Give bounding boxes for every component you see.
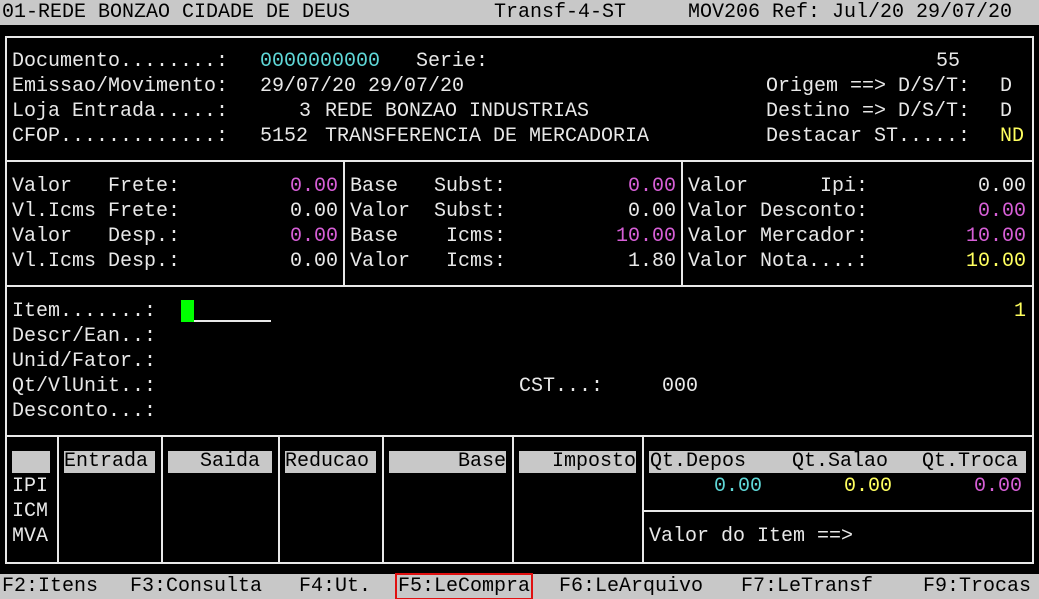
valor-nota-field[interactable]: 10.00 bbox=[688, 249, 1026, 274]
qt-depos-value: 0.00 bbox=[714, 475, 763, 498]
documento-field[interactable]: 0000000000 bbox=[260, 49, 380, 74]
cfop-code-field[interactable]: 5152 bbox=[260, 124, 308, 149]
f2-itens-key[interactable]: F2:Itens bbox=[2, 574, 98, 599]
destacar-field[interactable]: ND bbox=[1000, 124, 1024, 149]
row-label-ipi: IPI bbox=[12, 475, 49, 498]
documento-label: Documento........: bbox=[12, 50, 229, 73]
f4-ut-key[interactable]: F4:Ut. bbox=[299, 574, 371, 599]
header-entrada: Entrada bbox=[64, 451, 155, 473]
emissao-label: Emissao/Movimento: bbox=[12, 75, 229, 98]
valor-icms-field[interactable]: 1.80 bbox=[350, 249, 676, 274]
cfop-label: CFOP.............: bbox=[12, 125, 229, 148]
header-reducao: Reducao bbox=[285, 451, 376, 473]
screen-name: Transf-4-ST bbox=[494, 1, 627, 24]
f3-consulta-key[interactable]: F3:Consulta bbox=[130, 574, 262, 599]
loja-name: REDE BONZAO INDUSTRIAS bbox=[325, 100, 590, 123]
divider bbox=[5, 285, 1034, 287]
valor-ipi-field[interactable]: 0.00 bbox=[688, 174, 1026, 199]
f7-letransf-key[interactable]: F7:LeTransf bbox=[741, 574, 873, 599]
destacar-label: Destacar ST.....: bbox=[766, 125, 971, 148]
valor-desp-field[interactable]: 0.00 bbox=[12, 224, 338, 249]
column-divider bbox=[57, 436, 59, 563]
cfop-description: TRANSFERENCIA DE MERCADORIA bbox=[325, 125, 650, 148]
f6-learquivo-key[interactable]: F6:LeArquivo bbox=[559, 574, 703, 599]
header-qt-salao: Qt.Salao bbox=[792, 450, 889, 473]
program-ref: MOV206 Ref: Jul/20 29/07/20 bbox=[688, 1, 1013, 24]
divider bbox=[343, 160, 345, 286]
item-count: 1 bbox=[1014, 300, 1027, 323]
serie-field[interactable]: 55 bbox=[936, 49, 960, 74]
destino-field[interactable]: D bbox=[1000, 99, 1012, 124]
text-cursor bbox=[181, 300, 194, 322]
loja-label: Loja Entrada.....: bbox=[12, 100, 229, 123]
qt-troca-value: 0.00 bbox=[974, 475, 1023, 498]
item-label: Item.......: bbox=[12, 300, 157, 323]
header-imposto: Imposto bbox=[519, 451, 636, 473]
desconto-label: Desconto...: bbox=[12, 400, 157, 423]
divider bbox=[5, 435, 1034, 437]
valor-item-label: Valor do Item ==> bbox=[649, 525, 854, 548]
divider bbox=[643, 510, 1033, 512]
qt-label: Qt/VlUnit..: bbox=[12, 375, 157, 398]
loja-code-field[interactable]: 3 bbox=[299, 99, 311, 124]
base-icms-field[interactable]: 10.00 bbox=[350, 224, 676, 249]
cst-field[interactable]: 000 bbox=[662, 374, 698, 399]
valor-frete-field[interactable]: 0.00 bbox=[12, 174, 338, 199]
serie-label: Serie: bbox=[416, 50, 489, 73]
origem-field[interactable]: D bbox=[1000, 74, 1012, 99]
header-saida-label: Saida bbox=[199, 450, 260, 473]
table-header-blank bbox=[12, 451, 50, 473]
header-saida: Saida bbox=[168, 451, 272, 473]
origem-label: Origem ==> D/S/T: bbox=[766, 75, 971, 98]
unid-label: Unid/Fator.: bbox=[12, 350, 157, 373]
stock-header: Qt.Depos Qt.Salao Qt.Troca bbox=[649, 451, 1026, 473]
item-input-field[interactable] bbox=[194, 320, 271, 322]
column-divider bbox=[642, 436, 644, 563]
header-qt-depos: Qt.Depos bbox=[650, 450, 747, 473]
qt-salao-value: 0.00 bbox=[844, 475, 893, 498]
column-divider bbox=[161, 436, 163, 563]
header-qt-troca: Qt.Troca bbox=[922, 450, 1019, 473]
column-divider bbox=[382, 436, 384, 563]
descr-label: Descr/Ean..: bbox=[12, 325, 157, 348]
row-label-icm: ICM bbox=[12, 500, 49, 523]
emissao-field[interactable]: 29/07/20 29/07/20 bbox=[260, 74, 464, 99]
icms-frete-field[interactable]: 0.00 bbox=[12, 199, 338, 224]
column-divider bbox=[278, 436, 280, 563]
valor-desconto-field[interactable]: 0.00 bbox=[688, 199, 1026, 224]
icms-desp-field[interactable]: 0.00 bbox=[12, 249, 338, 274]
destino-label: Destino => D/S/T: bbox=[766, 100, 971, 123]
column-divider bbox=[512, 436, 514, 563]
title-bar: 01-REDE BONZAO CIDADE DE DEUS Transf-4-S… bbox=[0, 0, 1039, 25]
row-label-mva: MVA bbox=[12, 525, 49, 548]
base-subst-field[interactable]: 0.00 bbox=[350, 174, 676, 199]
divider bbox=[5, 160, 1034, 162]
divider bbox=[681, 160, 683, 286]
company-name: 01-REDE BONZAO CIDADE DE DEUS bbox=[2, 1, 351, 24]
f5-lecompra-key[interactable]: F5:LeCompra bbox=[394, 573, 534, 599]
valor-mercador-field[interactable]: 10.00 bbox=[688, 224, 1026, 249]
cst-label: CST...: bbox=[519, 375, 604, 398]
function-key-bar: F2:Itens F3:Consulta F4:Ut. F5:LeCompra … bbox=[0, 573, 1039, 599]
header-base: Base bbox=[389, 451, 506, 473]
f9-trocas-key[interactable]: F9:Trocas bbox=[923, 574, 1031, 599]
valor-subst-field[interactable]: 0.00 bbox=[350, 199, 676, 224]
